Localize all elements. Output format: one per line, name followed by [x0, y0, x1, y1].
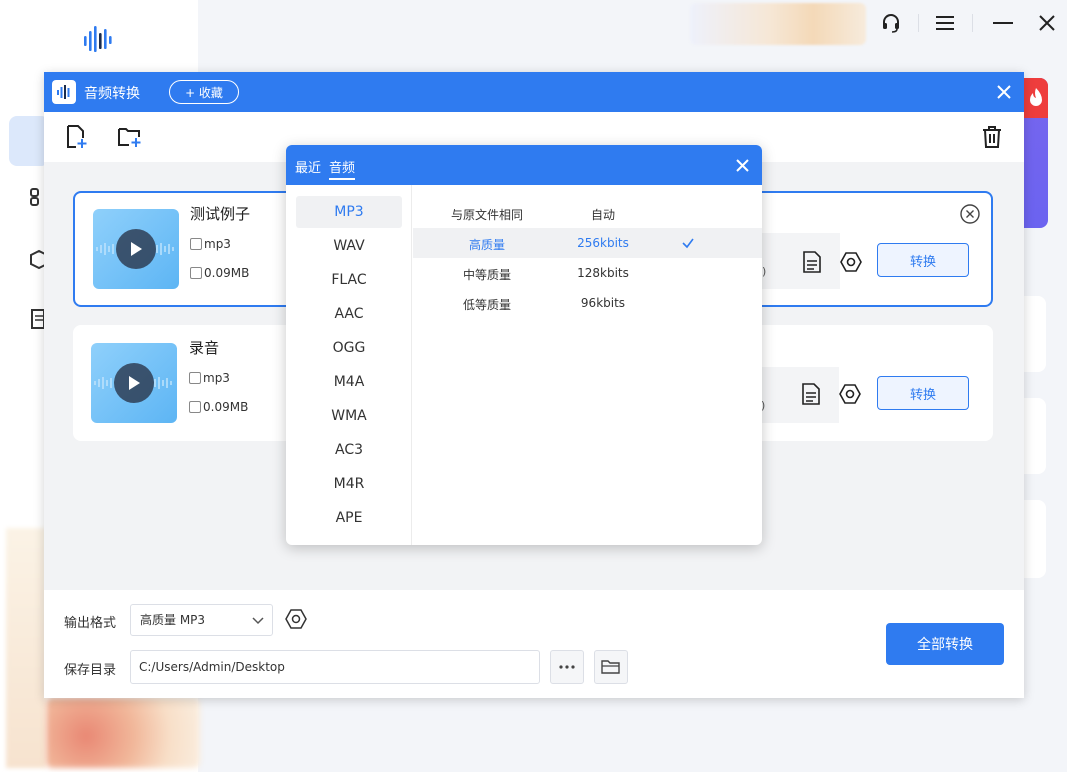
file-format-value: mp3 — [203, 371, 230, 385]
topbar-divider — [972, 14, 973, 32]
settings-hex-icon[interactable] — [838, 249, 864, 275]
format-picker-popup: 最近 音频 MP3 WAV FLAC AAC OGG M4A WMA AC3 M… — [286, 145, 762, 545]
format-item-wav[interactable]: WAV — [296, 230, 402, 262]
blurred-banner — [690, 3, 866, 45]
format-item-flac[interactable]: FLAC — [296, 264, 402, 296]
quality-bitrate: 96kbits — [580, 296, 626, 310]
quality-name: 低等质量 — [462, 298, 511, 312]
format-item-ape[interactable]: APE — [296, 502, 402, 534]
quality-option[interactable]: 中等质量 128kbits — [413, 258, 762, 288]
file-format: mp3 — [189, 371, 230, 385]
topbar-divider — [918, 14, 919, 32]
file-size: 0.09MB — [189, 400, 248, 414]
edit-file-icon[interactable] — [798, 381, 824, 407]
play-icon[interactable] — [116, 229, 156, 269]
file-name: 录音 — [189, 339, 220, 357]
blurred-area — [6, 528, 46, 768]
minimize-icon[interactable] — [990, 10, 1016, 36]
more-options-button[interactable] — [550, 650, 584, 684]
app-close-icon[interactable] — [1034, 10, 1060, 36]
dialog-titlebar: 音频转换 + 收藏 — [44, 72, 1024, 112]
folder-open-icon — [601, 660, 620, 674]
folder-icon — [189, 401, 201, 413]
format-item-wma[interactable]: WMA — [296, 400, 402, 432]
file-name: 测试例子 — [190, 205, 251, 223]
file-size-value: 0.09MB — [204, 266, 250, 280]
bg-card — [1024, 500, 1046, 578]
favorite-button[interactable]: + 收藏 — [169, 80, 239, 104]
add-folder-icon[interactable] — [117, 124, 143, 150]
save-dir-label: 保存目录 — [64, 663, 117, 678]
app-logo-icon — [78, 22, 118, 58]
quality-option-selected[interactable]: 高质量 256kbits — [413, 228, 762, 258]
chevron-down-icon — [252, 617, 264, 625]
format-item-mp3[interactable]: MP3 — [296, 196, 402, 228]
remove-file-icon[interactable] — [959, 203, 981, 225]
ellipsis-icon — [559, 665, 575, 669]
quality-option[interactable]: 与原文件相同 自动 — [413, 198, 762, 228]
format-item-ac3[interactable]: AC3 — [296, 434, 402, 466]
bg-card — [1024, 296, 1046, 372]
convert-button[interactable]: 转换 — [877, 376, 969, 410]
output-format-label: 输出格式 — [64, 616, 117, 631]
format-item-m4r[interactable]: M4R — [296, 468, 402, 500]
dialog-title: 音频转换 — [84, 86, 140, 102]
open-folder-button[interactable] — [594, 650, 628, 684]
file-format: mp3 — [190, 237, 231, 251]
add-file-icon[interactable] — [64, 124, 90, 150]
format-list: MP3 WAV FLAC AAC OGG M4A WMA AC3 M4R APE — [286, 185, 412, 545]
trash-icon[interactable] — [979, 124, 1005, 150]
audio-thumbnail — [91, 343, 177, 423]
sidebar-item-audio-active[interactable] — [9, 116, 49, 166]
play-icon[interactable] — [114, 363, 154, 403]
convert-button[interactable]: 转换 — [877, 243, 969, 277]
audio-thumbnail — [93, 209, 179, 289]
output-format-select[interactable]: 高质量 MP3 — [130, 604, 273, 636]
tab-audio[interactable]: 音频 — [329, 157, 356, 180]
edit-file-icon[interactable] — [799, 249, 825, 275]
quality-bitrate: 128kbits — [577, 266, 629, 280]
quality-bitrate: 自动 — [590, 208, 615, 222]
blurred-area — [46, 698, 200, 768]
convert-all-button[interactable]: 全部转换 — [886, 623, 1004, 665]
folder-icon — [190, 267, 202, 279]
bg-card — [1024, 398, 1046, 474]
quality-name: 中等质量 — [462, 268, 511, 282]
output-format-value: 高质量 MP3 — [140, 613, 206, 627]
audio-app-icon — [52, 80, 76, 104]
popup-header: 最近 音频 — [286, 145, 762, 185]
dialog-close-icon[interactable] — [994, 82, 1014, 102]
file-info-fragment: ) — [762, 265, 767, 278]
quality-name: 与原文件相同 — [450, 208, 523, 222]
hot-badge — [1024, 78, 1048, 118]
music-file-icon — [189, 372, 201, 384]
file-size: 0.09MB — [190, 266, 249, 280]
checkmark-icon — [682, 238, 694, 249]
quality-bitrate: 256kbits — [577, 236, 629, 250]
settings-hex-icon[interactable] — [837, 381, 863, 407]
quality-name: 高质量 — [468, 238, 505, 252]
music-file-icon — [190, 238, 202, 250]
quality-option[interactable]: 低等质量 96kbits — [413, 288, 762, 318]
file-size-value: 0.09MB — [203, 400, 249, 414]
format-item-ogg[interactable]: OGG — [296, 332, 402, 364]
format-settings-icon[interactable] — [284, 607, 308, 631]
save-dir-input[interactable]: C:/Users/Admin/Desktop — [130, 650, 540, 684]
format-item-aac[interactable]: AAC — [296, 298, 402, 330]
tab-recent[interactable]: 最近 — [295, 157, 321, 178]
popup-close-icon[interactable] — [734, 157, 750, 173]
menu-icon[interactable] — [932, 10, 958, 36]
output-settings-bar: 输出格式 高质量 MP3 保存目录 C:/Users/Admin/Desktop… — [44, 590, 1024, 698]
file-format-value: mp3 — [204, 237, 231, 251]
headset-icon[interactable] — [878, 10, 904, 36]
format-item-m4a[interactable]: M4A — [296, 366, 402, 398]
